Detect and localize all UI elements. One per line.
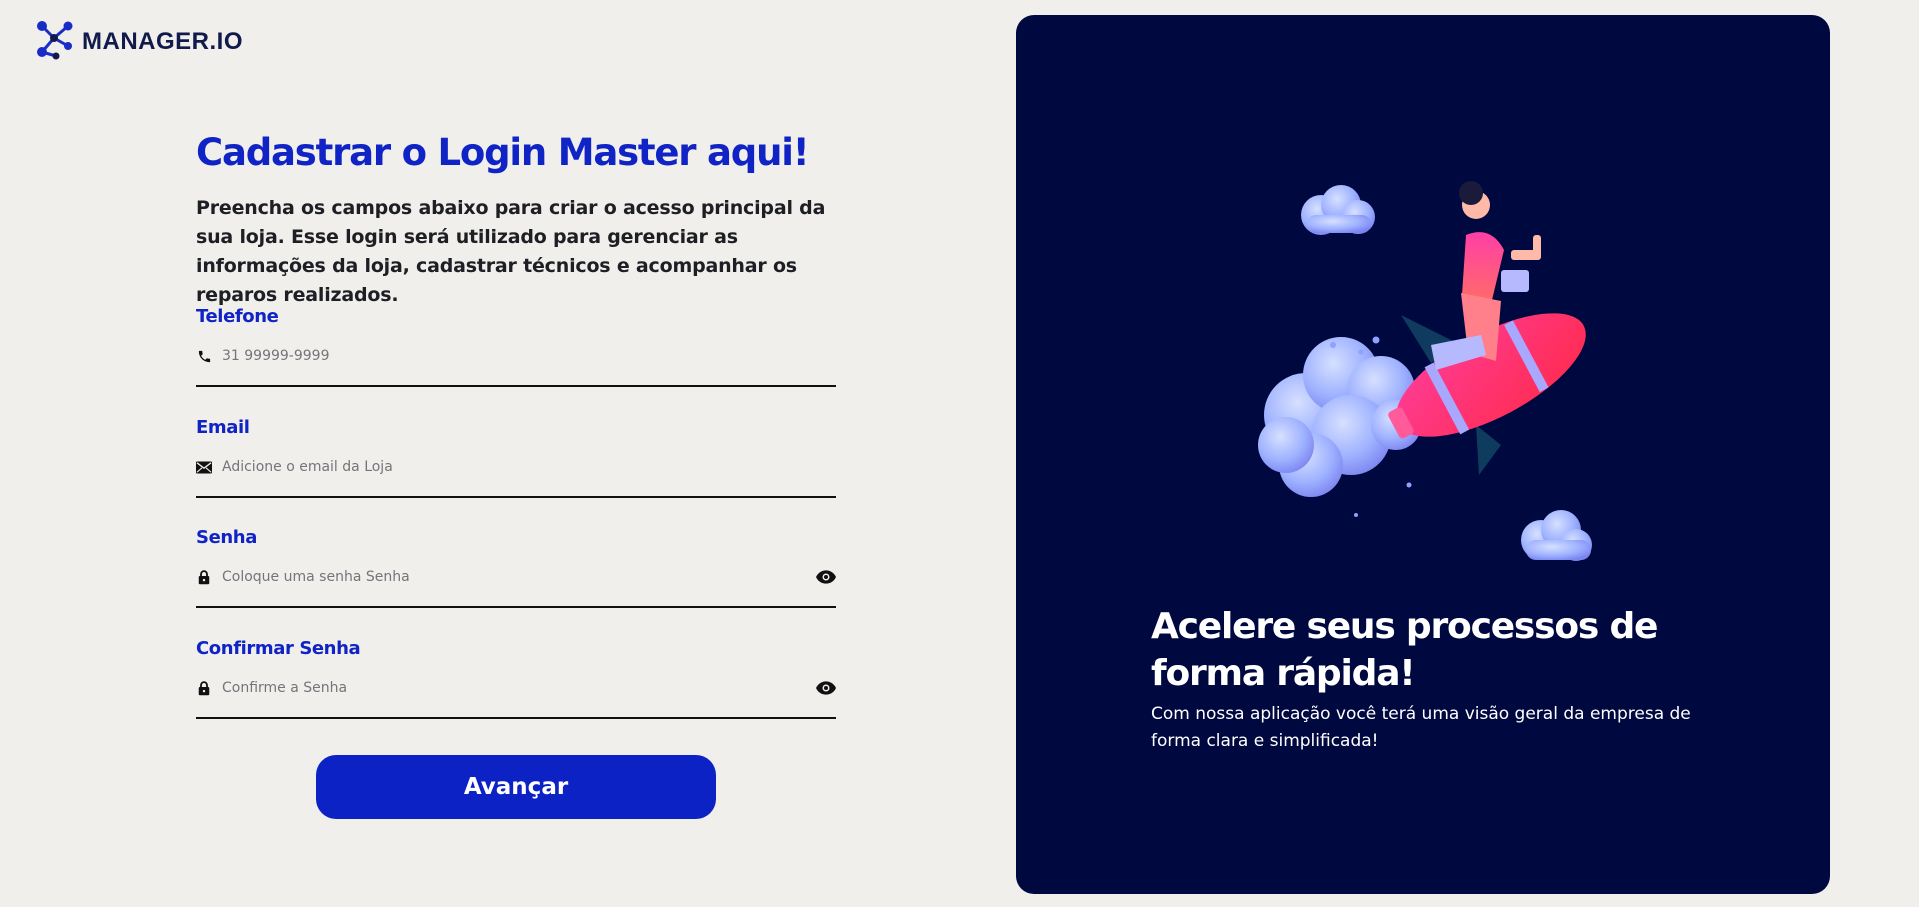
rocket-illustration [1221,175,1641,599]
lock-icon [196,569,212,585]
hero-title: Acelere seus processos de forma rápida! [1151,606,1658,694]
confirm-password-underline [196,717,836,719]
password-underline [196,606,836,608]
form-description: Preencha os campos abaixo para criar o a… [196,197,826,306]
email-input[interactable] [222,459,836,475]
confirm-password-input[interactable] [222,680,816,696]
confirm-password-field-group: Confirmar Senha [196,638,836,719]
phone-icon [196,348,212,364]
phone-input[interactable] [222,348,836,364]
submit-button[interactable]: Avançar [316,755,716,819]
password-label: Senha [196,527,257,548]
password-input[interactable] [222,569,816,585]
email-underline [196,496,836,498]
mail-icon [196,459,212,475]
email-field-group: Email [196,417,836,498]
confirm-password-label: Confirmar Senha [196,638,361,659]
email-label: Email [196,417,250,438]
network-logo-icon [34,18,74,66]
page-title: Cadastrar o Login Master aqui! [196,131,810,174]
brand-logo[interactable]: MANAGER.IO [34,18,243,66]
eye-icon[interactable] [816,680,836,696]
hero-subtitle: Com nossa aplicação você terá uma visão … [1151,704,1691,751]
phone-field-group: Telefone [196,306,836,387]
hero-panel: Acelere seus processos de forma rápida! … [1016,15,1830,894]
brand-name: MANAGER.IO [82,28,243,55]
lock-icon [196,680,212,696]
signup-form: Cadastrar o Login Master aqui! Preencha … [196,124,836,310]
phone-label: Telefone [196,306,279,327]
eye-icon[interactable] [816,569,836,585]
phone-underline [196,385,836,387]
password-field-group: Senha [196,527,836,608]
